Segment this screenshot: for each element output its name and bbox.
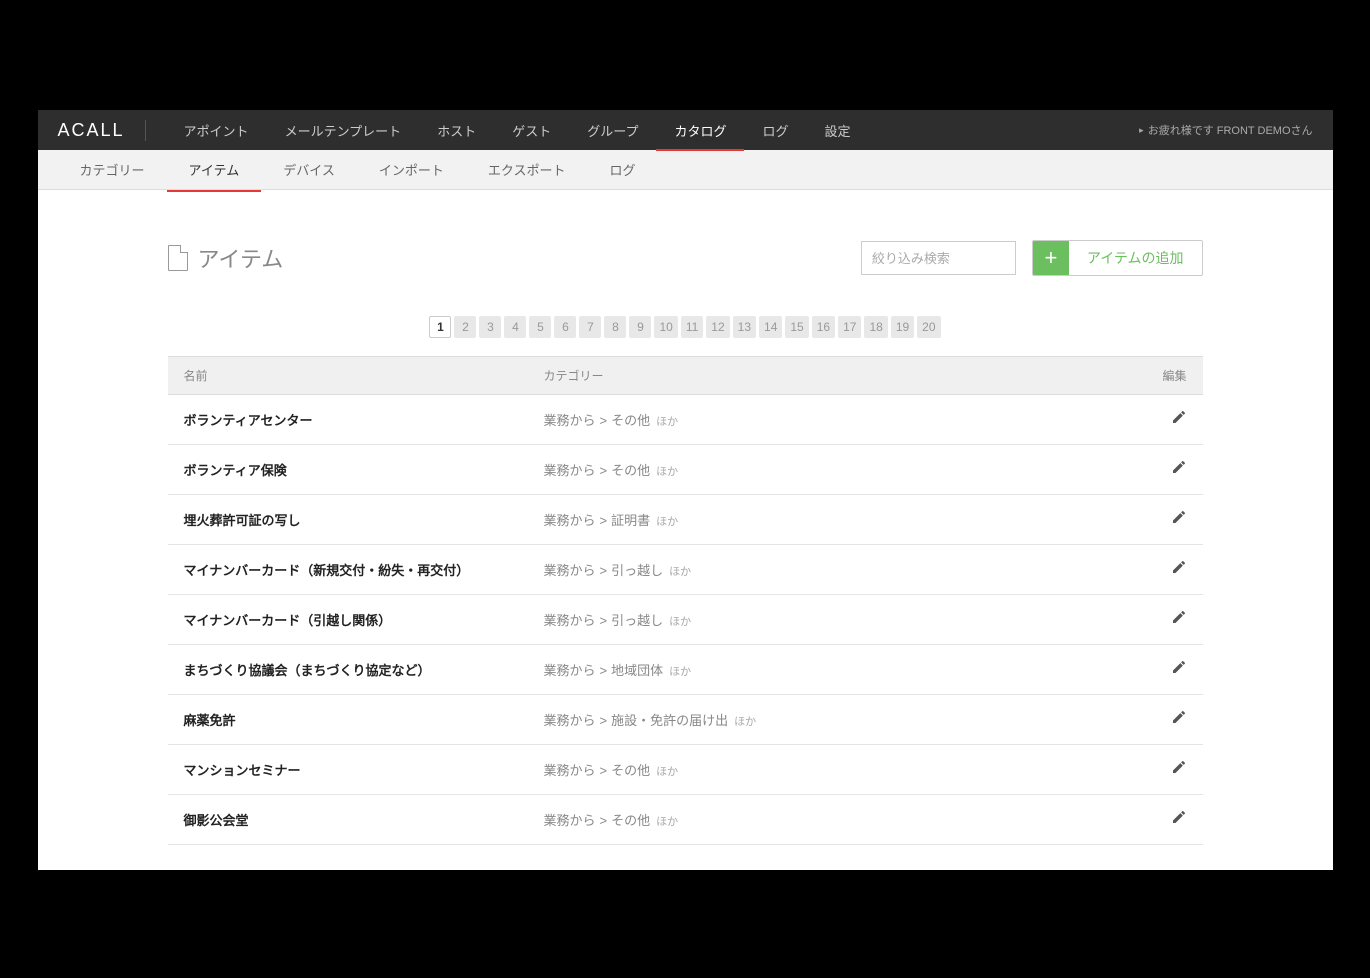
page-7[interactable]: 7 xyxy=(579,316,601,338)
page-1[interactable]: 1 xyxy=(429,316,451,338)
subtab-5[interactable]: ログ xyxy=(587,148,657,191)
page-3[interactable]: 3 xyxy=(479,316,501,338)
row-name: ボランティアセンター xyxy=(184,410,544,429)
search-input[interactable] xyxy=(861,241,1016,275)
table-row: ボランティアセンター業務から>その他ほか xyxy=(168,395,1203,445)
page-18[interactable]: 18 xyxy=(864,316,887,338)
page-9[interactable]: 9 xyxy=(629,316,651,338)
subtab-2[interactable]: デバイス xyxy=(261,148,357,191)
page-6[interactable]: 6 xyxy=(554,316,576,338)
edit-icon[interactable] xyxy=(1171,609,1187,625)
page-title-text: アイテム xyxy=(198,242,284,274)
top-navigation: ACALL アポイントメールテンプレートホストゲストグループカタログログ設定 お… xyxy=(38,110,1333,150)
page-17[interactable]: 17 xyxy=(838,316,861,338)
row-category: 業務から>証明書ほか xyxy=(544,510,1147,529)
row-category: 業務から>引っ越しほか xyxy=(544,610,1147,629)
page-10[interactable]: 10 xyxy=(654,316,677,338)
edit-icon[interactable] xyxy=(1171,759,1187,775)
logo: ACALL xyxy=(58,120,146,141)
plus-icon: + xyxy=(1033,240,1069,276)
nav-item-2[interactable]: ホスト xyxy=(419,110,494,151)
table-row: マイナンバーカード（新規交付・紛失・再交付）業務から>引っ越しほか xyxy=(168,545,1203,595)
subtab-4[interactable]: エクスポート xyxy=(466,148,588,191)
table-row: 御影公会堂業務から>その他ほか xyxy=(168,795,1203,845)
nav-item-0[interactable]: アポイント xyxy=(166,110,267,151)
subtab-1[interactable]: アイテム xyxy=(167,148,262,191)
row-name: ボランティア保険 xyxy=(184,460,544,479)
subtab-0[interactable]: カテゴリー xyxy=(58,148,167,191)
table-row: マイナンバーカード（引越し関係）業務から>引っ越しほか xyxy=(168,595,1203,645)
edit-icon[interactable] xyxy=(1171,459,1187,475)
items-table: 名前 カテゴリー 編集 ボランティアセンター業務から>その他ほかボランティア保険… xyxy=(168,356,1203,845)
edit-icon[interactable] xyxy=(1171,559,1187,575)
page-16[interactable]: 16 xyxy=(812,316,835,338)
column-header-category: カテゴリー xyxy=(544,367,1147,384)
page-14[interactable]: 14 xyxy=(759,316,782,338)
row-category: 業務から>その他ほか xyxy=(544,810,1147,829)
sub-navigation: カテゴリーアイテムデバイスインポートエクスポートログ xyxy=(38,150,1333,190)
row-name: マイナンバーカード（引越し関係） xyxy=(184,610,544,629)
page-title: アイテム xyxy=(168,242,284,274)
page-2[interactable]: 2 xyxy=(454,316,476,338)
nav-item-7[interactable]: 設定 xyxy=(806,110,868,151)
page-5[interactable]: 5 xyxy=(529,316,551,338)
row-name: 麻薬免許 xyxy=(184,710,544,729)
page-20[interactable]: 20 xyxy=(917,316,940,338)
page-19[interactable]: 19 xyxy=(891,316,914,338)
nav-item-4[interactable]: グループ xyxy=(569,110,656,151)
table-row: まちづくり協議会（まちづくり協定など）業務から>地域団体ほか xyxy=(168,645,1203,695)
row-category: 業務から>地域団体ほか xyxy=(544,660,1147,679)
nav-item-1[interactable]: メールテンプレート xyxy=(267,110,420,151)
row-name: 埋火葬許可証の写し xyxy=(184,510,544,529)
column-header-name: 名前 xyxy=(184,367,544,384)
row-name: 御影公会堂 xyxy=(184,810,544,829)
table-row: 麻薬免許業務から>施設・免許の届け出ほか xyxy=(168,695,1203,745)
row-category: 業務から>その他ほか xyxy=(544,460,1147,479)
page-8[interactable]: 8 xyxy=(604,316,626,338)
nav-item-3[interactable]: ゲスト xyxy=(494,110,569,151)
nav-item-6[interactable]: ログ xyxy=(744,110,806,151)
row-name: まちづくり協議会（まちづくり協定など） xyxy=(184,660,544,679)
edit-icon[interactable] xyxy=(1171,659,1187,675)
add-item-button[interactable]: + アイテムの追加 xyxy=(1032,240,1203,276)
column-header-edit: 編集 xyxy=(1147,367,1187,384)
nav-item-5[interactable]: カタログ xyxy=(656,110,744,151)
row-category: 業務から>その他ほか xyxy=(544,760,1147,779)
user-greeting[interactable]: お疲れ様です FRONT DEMOさん xyxy=(1139,122,1312,138)
edit-icon[interactable] xyxy=(1171,709,1187,725)
row-category: 業務から>施設・免許の届け出ほか xyxy=(544,710,1147,729)
row-category: 業務から>引っ越しほか xyxy=(544,560,1147,579)
document-icon xyxy=(168,245,188,271)
page-11[interactable]: 11 xyxy=(681,316,703,338)
page-15[interactable]: 15 xyxy=(785,316,808,338)
pagination: 1234567891011121314151617181920 xyxy=(168,316,1203,338)
table-row: マンションセミナー業務から>その他ほか xyxy=(168,745,1203,795)
subtab-3[interactable]: インポート xyxy=(357,148,466,191)
edit-icon[interactable] xyxy=(1171,509,1187,525)
add-button-label: アイテムの追加 xyxy=(1069,248,1202,268)
page-13[interactable]: 13 xyxy=(733,316,756,338)
row-name: マイナンバーカード（新規交付・紛失・再交付） xyxy=(184,560,544,579)
table-row: ボランティア保険業務から>その他ほか xyxy=(168,445,1203,495)
table-row: 埋火葬許可証の写し業務から>証明書ほか xyxy=(168,495,1203,545)
row-name: マンションセミナー xyxy=(184,760,544,779)
page-4[interactable]: 4 xyxy=(504,316,526,338)
edit-icon[interactable] xyxy=(1171,409,1187,425)
edit-icon[interactable] xyxy=(1171,809,1187,825)
page-12[interactable]: 12 xyxy=(706,316,729,338)
row-category: 業務から>その他ほか xyxy=(544,410,1147,429)
